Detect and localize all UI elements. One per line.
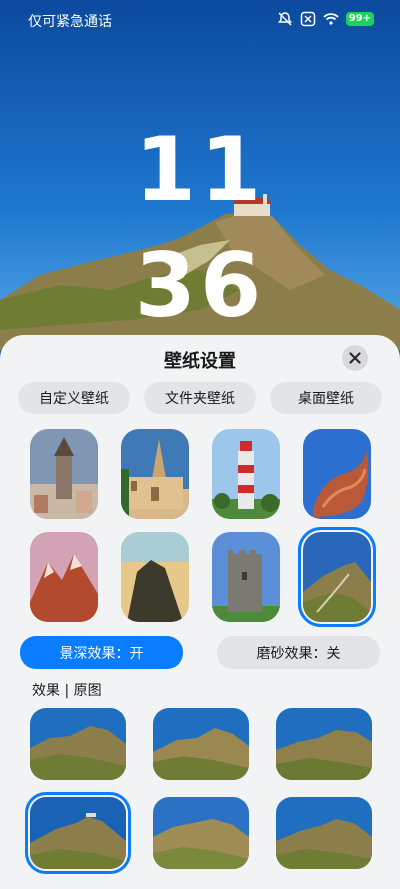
close-icon: [349, 352, 361, 364]
effect-toggle-row: 景深效果：开 磨砂效果：关: [20, 636, 380, 669]
sheet-title: 壁纸设置: [164, 351, 236, 372]
effect-variant-2[interactable]: [153, 708, 249, 780]
effect-variant-1[interactable]: [30, 708, 126, 780]
wallpaper-thumb-lighthouse[interactable]: [212, 429, 280, 519]
wallpaper-thumb-castle-spire[interactable]: [121, 429, 189, 519]
wallpaper-settings-sheet: 壁纸设置 自定义壁纸 文件夹壁纸 桌面壁纸 景深效果：开 磨砂效果：关 效果 |…: [0, 335, 400, 889]
effects-section-label[interactable]: 效果 | 原图: [32, 680, 102, 700]
wallpaper-thumb-coastal-path[interactable]: [298, 527, 376, 627]
folder-wallpaper-button[interactable]: 文件夹壁纸: [144, 382, 256, 414]
effect-variant-3[interactable]: [276, 708, 372, 780]
close-box-icon: [300, 11, 316, 27]
desktop-wallpaper-button[interactable]: 桌面壁纸: [270, 382, 382, 414]
wallpaper-thumb-red-rock[interactable]: [303, 429, 371, 519]
wifi-icon: [323, 11, 339, 27]
wallpaper-grid-row-1: [30, 429, 372, 519]
wallpaper-thumb-stone-tower[interactable]: [212, 532, 280, 622]
frost-effect-toggle[interactable]: 磨砂效果：关: [217, 636, 380, 669]
status-bar: 仅可紧急通话 99+: [0, 0, 400, 40]
custom-wallpaper-button[interactable]: 自定义壁纸: [18, 382, 130, 414]
status-icons: 99+: [277, 11, 374, 27]
close-button[interactable]: [342, 345, 368, 371]
effect-variant-6[interactable]: [276, 797, 372, 869]
bell-muted-icon: [277, 11, 293, 27]
wallpaper-thumb-galata-tower[interactable]: [30, 429, 98, 519]
carrier-text: 仅可紧急通话: [28, 14, 112, 30]
battery-icon: 99+: [345, 12, 374, 26]
clock-minutes: 36: [134, 234, 266, 337]
effect-grid-row-1: [30, 708, 372, 780]
clock-hours: 11: [134, 118, 266, 221]
wallpaper-type-row: 自定义壁纸 文件夹壁纸 桌面壁纸: [18, 382, 382, 414]
wallpaper-thumb-mountain-sunset[interactable]: [30, 532, 98, 622]
effect-grid-row-2: [25, 792, 372, 874]
effect-variant-5[interactable]: [153, 797, 249, 869]
wallpaper-thumb-cliff-dusk[interactable]: [121, 532, 189, 622]
depth-effect-toggle[interactable]: 景深效果：开: [20, 636, 183, 669]
wallpaper-grid-row-2: [30, 527, 376, 627]
effect-variant-4[interactable]: [25, 792, 131, 874]
